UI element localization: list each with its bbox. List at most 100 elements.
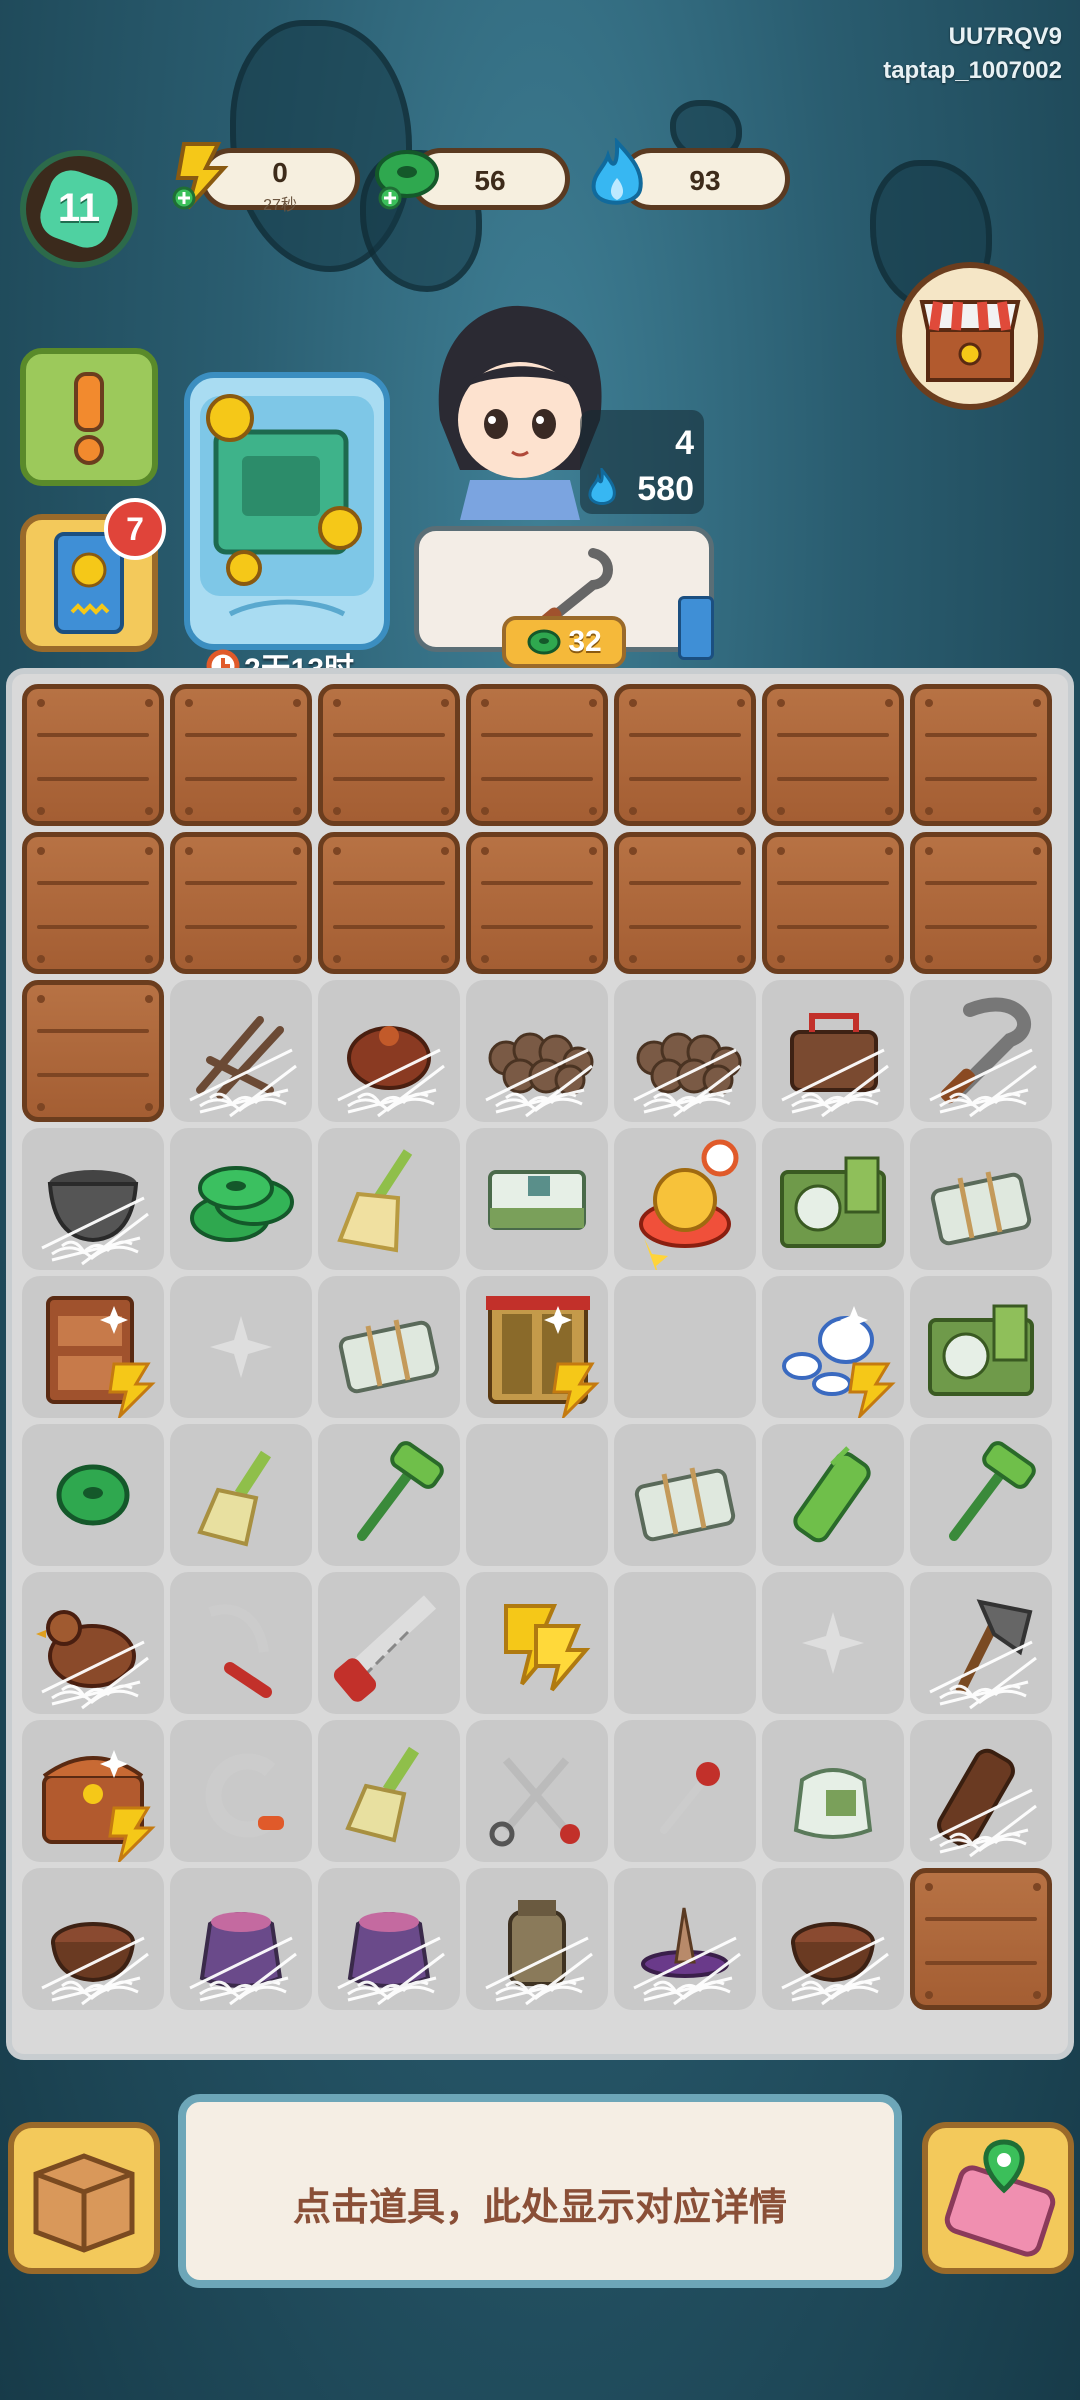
lightning-icon [172, 142, 229, 210]
locked-wood-tile [614, 684, 756, 826]
board-item-saddle-webbed[interactable] [318, 980, 460, 1122]
map-phone-icon [944, 2139, 1056, 2257]
storage-box-button[interactable] [8, 2122, 160, 2274]
locked-wood-tile [466, 684, 608, 826]
board-item-coin[interactable] [22, 1424, 164, 1566]
saw-icon [333, 1595, 437, 1702]
task-alert-button[interactable] [20, 348, 158, 486]
board-item-bamboo[interactable] [762, 1424, 904, 1566]
player-level: 11 [57, 186, 101, 230]
coin-stack-icon [190, 1166, 294, 1242]
board-item-bowl-webbed[interactable] [22, 1868, 164, 2010]
player-level-badge[interactable]: 11 [20, 150, 138, 268]
board-item-energy-ingots[interactable] [466, 1572, 608, 1714]
locked-wood-tile [22, 684, 164, 826]
board-item-axe-webbed[interactable] [910, 1572, 1052, 1714]
board-item-tea-box[interactable] [910, 1276, 1052, 1418]
board-item-coin-stack[interactable] [170, 1128, 312, 1270]
board-item-treasure-ornate[interactable] [614, 1128, 756, 1270]
board-item-bamboo-mallet[interactable] [318, 1424, 460, 1566]
chisel-icon [660, 1762, 720, 1834]
blue-flame-icon [591, 138, 643, 205]
shop-button[interactable] [896, 262, 1044, 410]
broom-icon [337, 1149, 413, 1253]
board-item-sickle-webbed[interactable] [910, 980, 1052, 1122]
rocks-icon [633, 1032, 742, 1118]
npc-request-count: 4 [675, 424, 694, 462]
empty-board-slot[interactable] [170, 1276, 312, 1418]
tea-pouch-icon [793, 1768, 873, 1839]
board-item-saw[interactable] [318, 1572, 460, 1714]
sticks-icon [189, 1016, 297, 1118]
empty-board-slot[interactable] [466, 1424, 608, 1566]
scissors-icon [489, 1757, 580, 1847]
board-item-bag-webbed[interactable] [762, 980, 904, 1122]
board-item-chicken-webbed[interactable] [22, 1572, 164, 1714]
board-item-chisel[interactable] [614, 1720, 756, 1862]
board-item-tea-set-generator[interactable] [762, 1276, 904, 1418]
saddle-icon [337, 1026, 445, 1118]
board-item-tea-bundle[interactable] [614, 1424, 756, 1566]
tube-icon [929, 1748, 1037, 1858]
locked-wood-tile [466, 832, 608, 974]
board-item-sack-webbed[interactable] [170, 1868, 312, 2010]
board-item-broom-small[interactable] [170, 1424, 312, 1566]
board-item-bowl-webbed[interactable] [762, 1868, 904, 2010]
pruner-icon [208, 1604, 272, 1698]
locked-wood-tile [318, 832, 460, 974]
cabinet-icon [46, 1296, 156, 1418]
board-item-pot-webbed[interactable] [22, 1128, 164, 1270]
empty-board-slot[interactable] [614, 1276, 756, 1418]
board-item-cabinet-generator[interactable] [22, 1276, 164, 1418]
board-item-tea-pouch[interactable] [762, 1720, 904, 1862]
map-button[interactable] [922, 2122, 1074, 2274]
treasure-ornate-icon [639, 1139, 739, 1270]
board-item-sack-webbed[interactable] [318, 1868, 460, 2010]
user-watermark: UU7RQV9 taptap_1007002 [883, 20, 1062, 88]
empty-board-slot[interactable] [614, 1572, 756, 1714]
locked-wood-tile [22, 980, 164, 1122]
board-item-tea-brick[interactable] [466, 1128, 608, 1270]
board-item-tea-box[interactable] [762, 1128, 904, 1270]
board-item-incense-webbed[interactable] [614, 1868, 756, 2010]
board-item-broom-small[interactable] [318, 1720, 460, 1862]
axe-icon [929, 1599, 1037, 1710]
notification-badge: 7 [104, 498, 166, 560]
board-item-shelf-generator[interactable] [466, 1276, 608, 1418]
board-item-horseshoe[interactable] [170, 1720, 312, 1862]
item-detail-panel: 点击道具，此处显示对应详情 [178, 2094, 902, 2288]
board-item-tube-webbed[interactable] [910, 1720, 1052, 1862]
order-price-tag: 32 [502, 616, 626, 668]
board-item-scissors[interactable] [466, 1720, 608, 1862]
exclamation-icon [74, 372, 104, 465]
board-item-rocks-webbed[interactable] [614, 980, 756, 1122]
sack-icon [337, 1912, 445, 2006]
board-item-chest-generator[interactable] [22, 1720, 164, 1862]
tea-bundle-icon [930, 1171, 1032, 1246]
order-price: 32 [568, 625, 602, 658]
locked-wood-tile [22, 832, 164, 974]
item-detail-hint: 点击道具，此处显示对应详情 [292, 2187, 787, 2229]
locked-wood-tile [910, 684, 1052, 826]
empty-board-slot[interactable] [762, 1572, 904, 1714]
board-item-pruner[interactable] [170, 1572, 312, 1714]
board-item-broom[interactable] [318, 1128, 460, 1270]
rocks-icon [485, 1032, 594, 1118]
locked-wood-tile [910, 1868, 1052, 2010]
tea-brick-icon [488, 1170, 586, 1230]
bowl-icon [41, 1922, 149, 2006]
jade-treasure-icon [200, 394, 374, 617]
board-item-tea-bundle[interactable] [318, 1276, 460, 1418]
event-treasure-card[interactable] [184, 372, 390, 650]
watermark-id: UU7RQV9 [948, 23, 1062, 50]
board-item-jar-webbed[interactable] [466, 1868, 608, 2010]
sickle-icon [929, 997, 1037, 1118]
board-item-tea-bundle[interactable] [910, 1128, 1052, 1270]
tea-box-icon [928, 1304, 1034, 1396]
bowl-icon [781, 1922, 889, 2006]
badge-count: 7 [126, 511, 144, 547]
board-item-bamboo-mallet[interactable] [910, 1424, 1052, 1566]
board-item-rocks-webbed[interactable] [466, 980, 608, 1122]
board-item-sticks-webbed[interactable] [170, 980, 312, 1122]
tea-bundle-icon [338, 1319, 440, 1394]
